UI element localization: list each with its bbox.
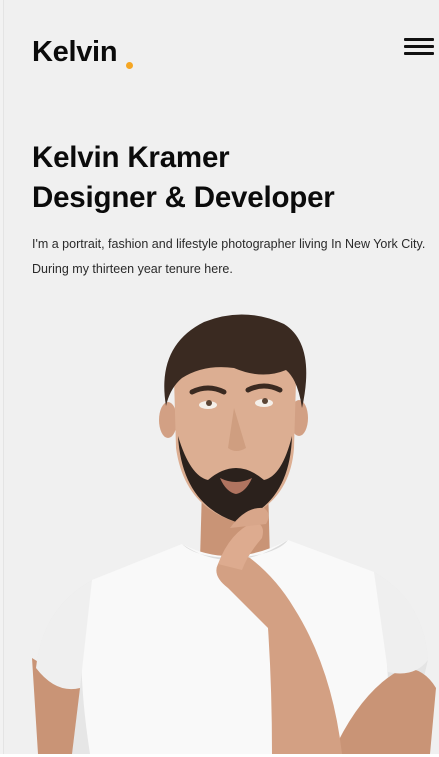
hero-role: Designer & Developer xyxy=(32,181,335,214)
hero-headline: Kelvin Kramer Designer & Developer xyxy=(32,138,432,218)
page-container: Kelvin Kelvin Kramer Designer & Develope… xyxy=(3,0,439,754)
logo-text: Kelvin xyxy=(32,36,118,68)
hero-bio: I'm a portrait, fashion and lifestyle ph… xyxy=(32,237,426,276)
hero-name: Kelvin Kramer xyxy=(32,141,230,174)
logo-dot-icon xyxy=(126,62,133,69)
hamburger-menu-icon[interactable] xyxy=(404,38,434,58)
site-logo[interactable]: Kelvin xyxy=(32,34,118,70)
portrait-image xyxy=(32,314,436,754)
